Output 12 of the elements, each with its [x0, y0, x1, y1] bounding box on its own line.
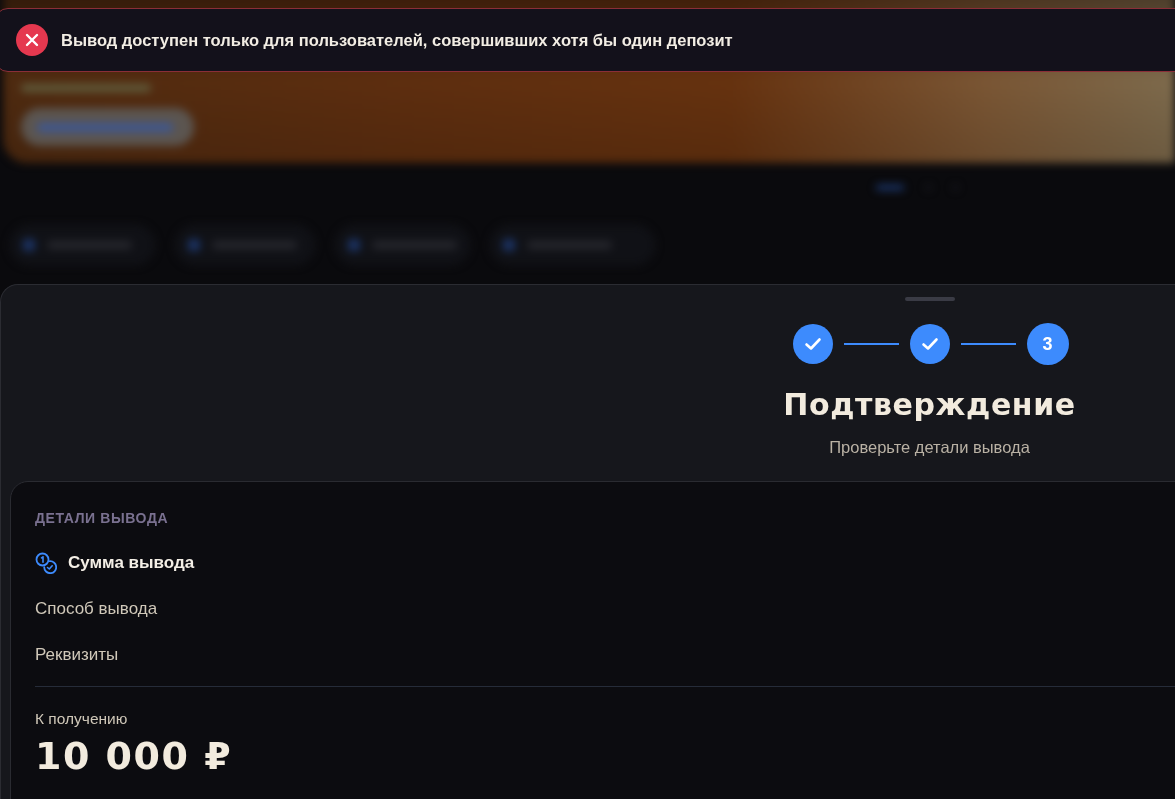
detail-label: Сумма вывода — [68, 553, 195, 573]
section-title: ДЕТАЛИ ВЫВОДА — [35, 509, 169, 527]
cross-circle-icon — [16, 24, 48, 56]
total-amount: 10 000 ₽ — [35, 735, 233, 777]
step-subtitle: Проверьте детали вывода — [829, 437, 1030, 457]
drag-handle[interactable] — [904, 297, 955, 301]
step-number: 3 — [1026, 323, 1069, 365]
total-label: К получению — [35, 709, 128, 729]
detail-label: Способ вывода — [35, 599, 158, 619]
detail-label: Реквизиты — [35, 645, 119, 665]
step-title: Подтверждение — [783, 387, 1076, 423]
toast-message: Вывод доступен только для пользователей, совершивших хотя бы один депозит — [61, 30, 733, 50]
